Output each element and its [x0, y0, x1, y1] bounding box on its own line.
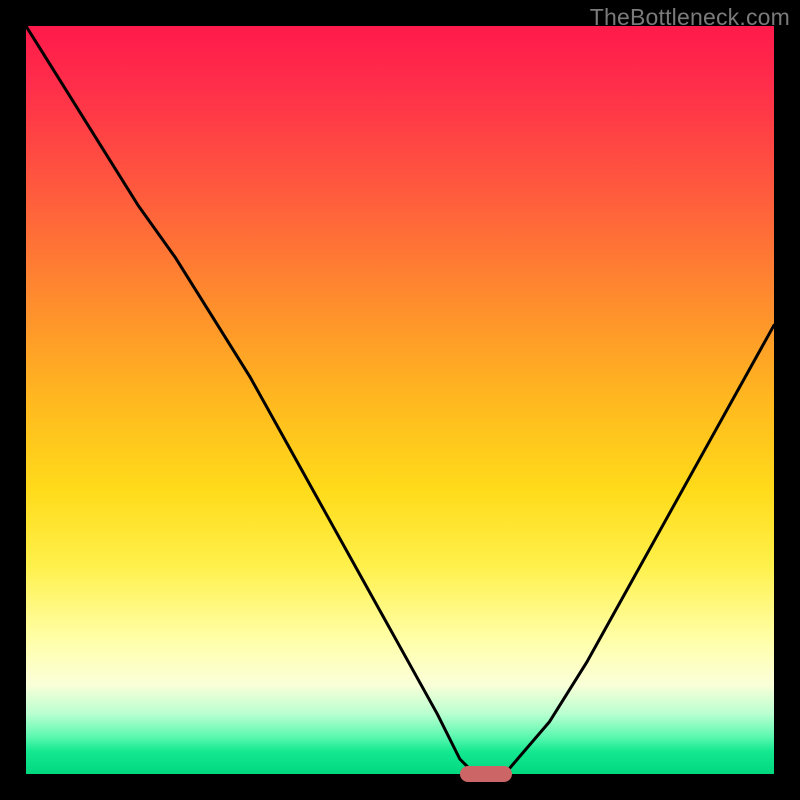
bottleneck-curve — [26, 26, 774, 774]
chart-frame: TheBottleneck.com — [0, 0, 800, 800]
watermark-text: TheBottleneck.com — [590, 4, 790, 31]
curve-svg — [26, 26, 774, 774]
plot-area — [26, 26, 774, 774]
optimal-marker — [460, 766, 512, 782]
